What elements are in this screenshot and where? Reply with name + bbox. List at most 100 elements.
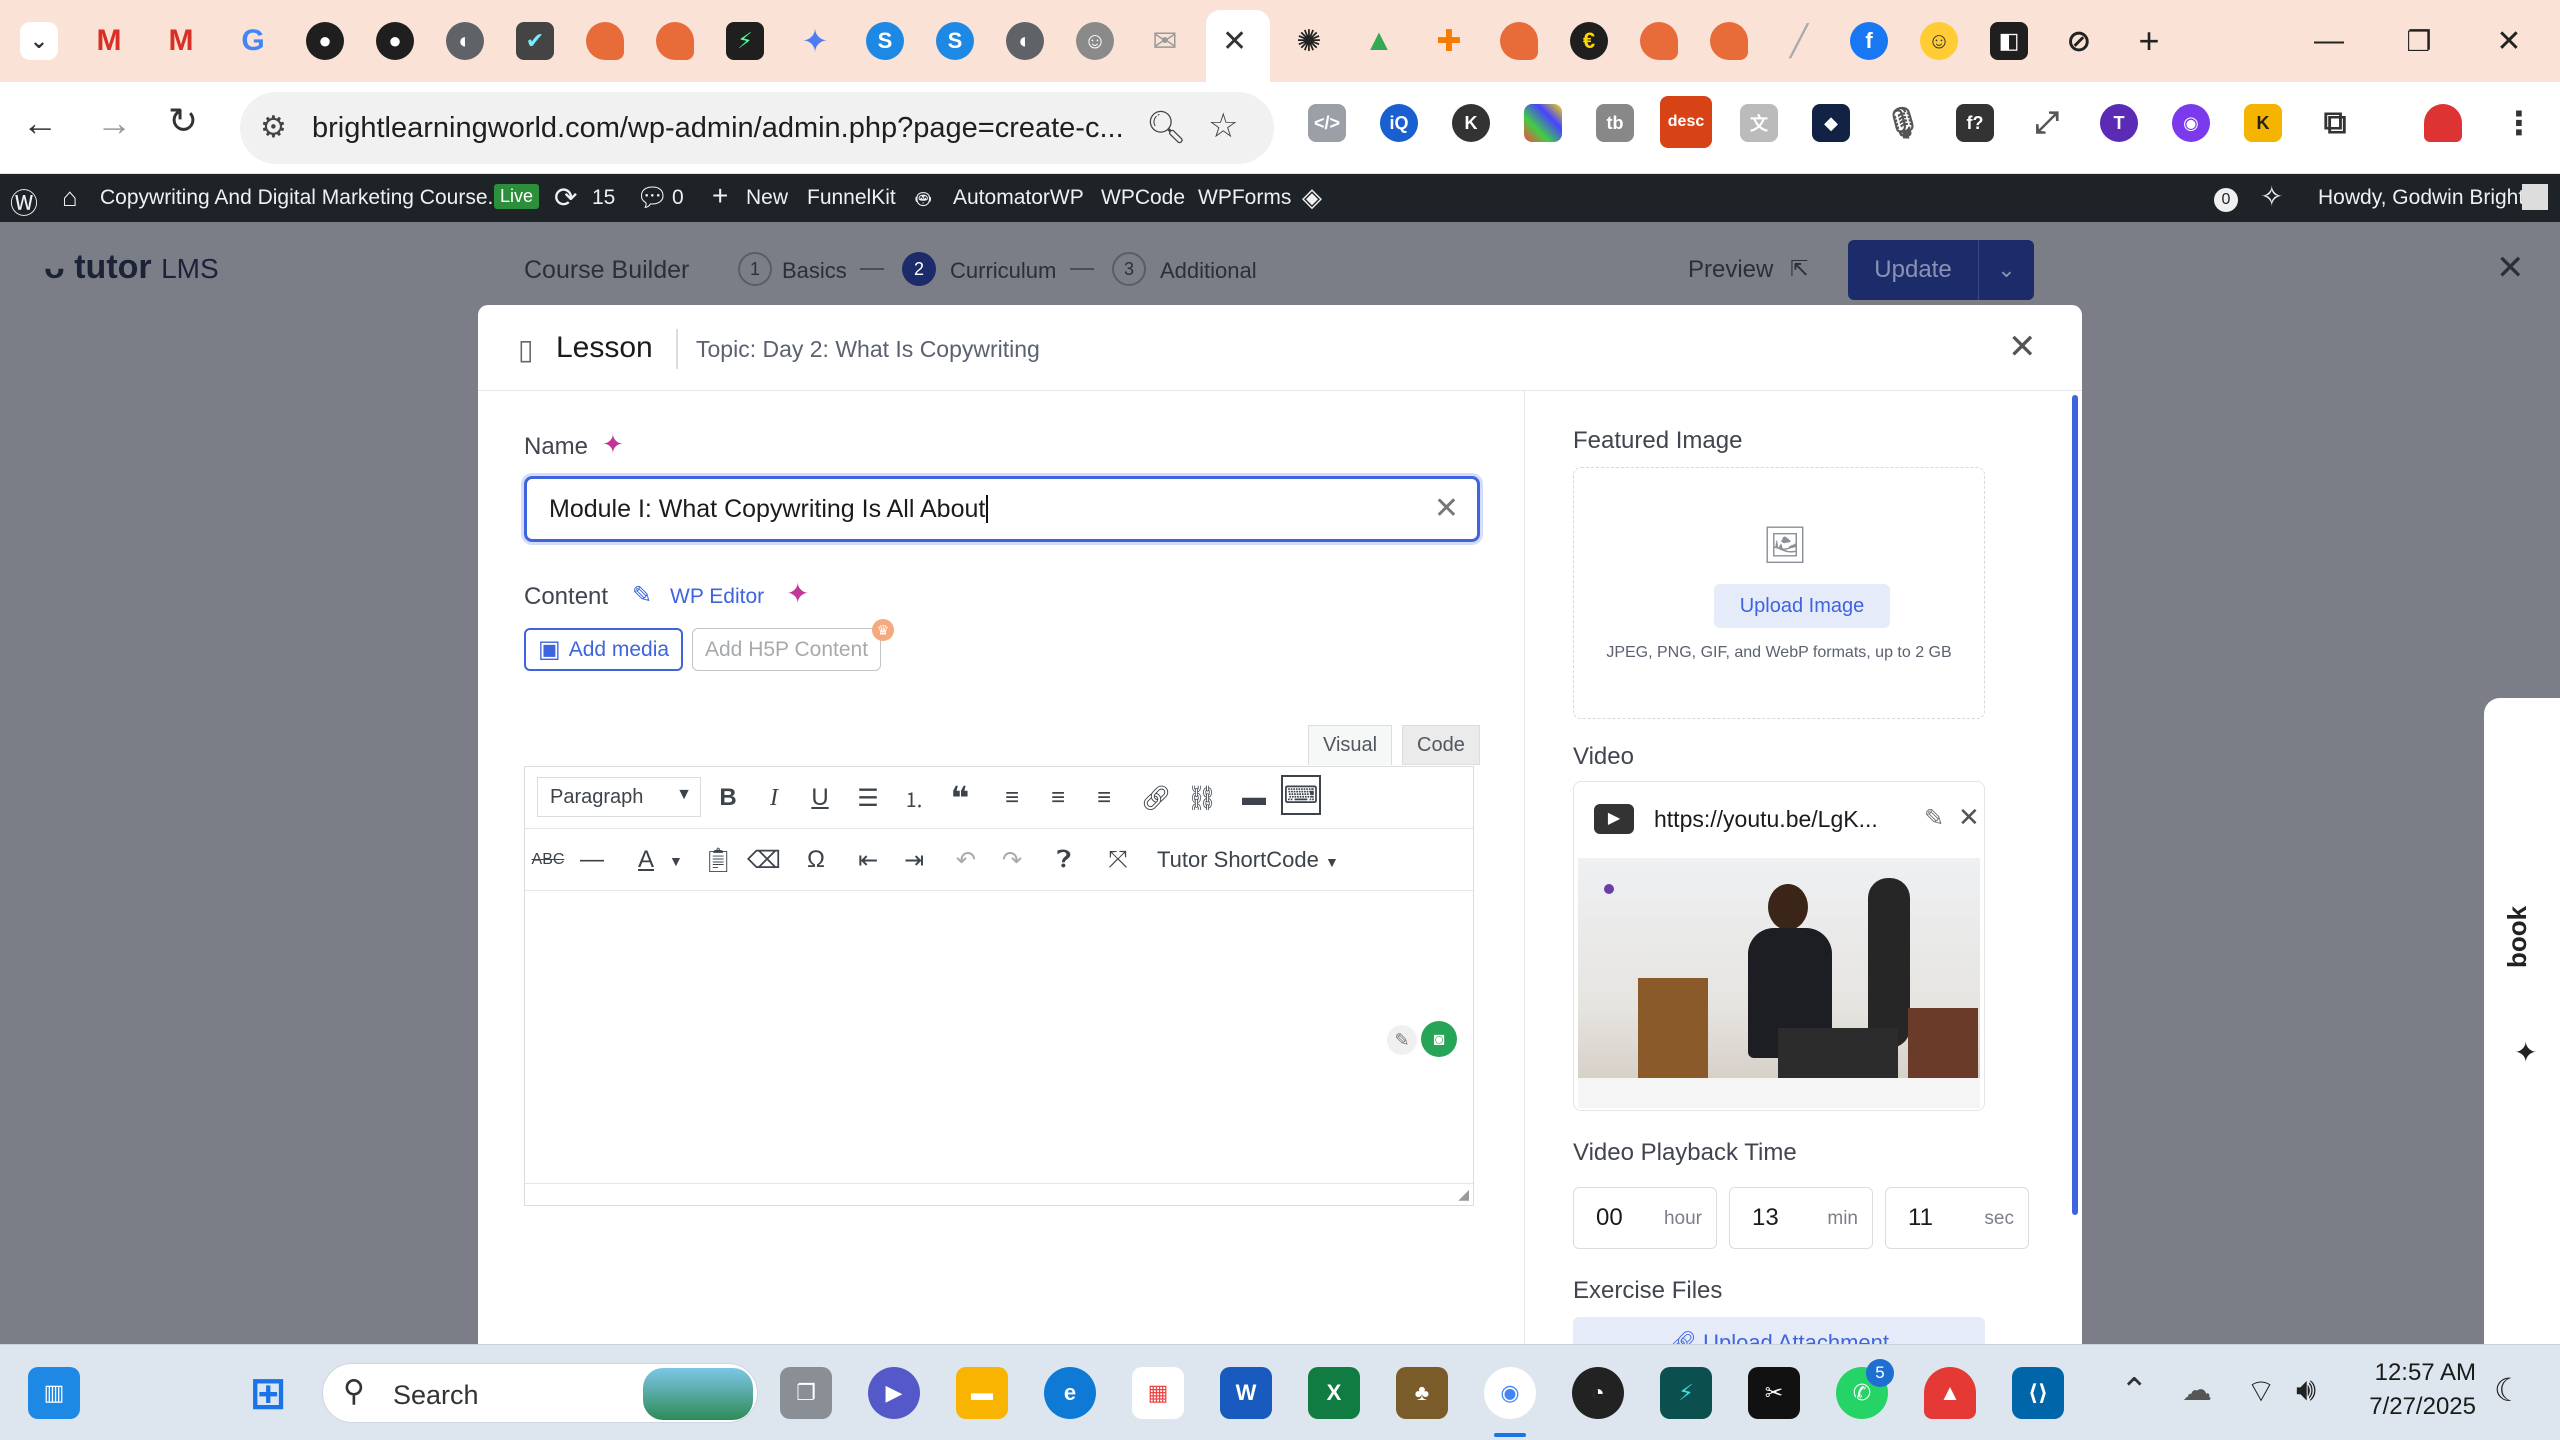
updates-count[interactable]: 15: [592, 186, 615, 210]
back-icon[interactable]: ←: [22, 102, 58, 144]
strikethrough-icon[interactable]: ABC: [525, 837, 571, 883]
modal-scrollbar[interactable]: [2072, 395, 2078, 1215]
app-tab-icon-3[interactable]: ✚: [1430, 22, 1468, 60]
emoji-tab-icon[interactable]: ☺: [1920, 22, 1958, 60]
visual-tab[interactable]: Visual: [1308, 725, 1393, 765]
restore-button[interactable]: ❐: [2400, 22, 2438, 60]
clock-time[interactable]: 12:57 AM: [2356, 1359, 2476, 1387]
numbered-list-icon[interactable]: ⒈: [891, 775, 937, 821]
comments-count[interactable]: 0: [672, 186, 684, 210]
tray-overflow-icon[interactable]: ⌃: [2120, 1371, 2149, 1411]
code-ext-icon[interactable]: </>: [1308, 104, 1346, 142]
globe-tab-icon-2[interactable]: ◐: [1006, 22, 1044, 60]
new-link[interactable]: New: [746, 186, 788, 210]
minimize-button[interactable]: —: [2310, 22, 2348, 60]
chatgpt-tab-icon[interactable]: ✺: [1290, 22, 1328, 60]
chrome-menu-icon[interactable]: ⋮: [2500, 104, 2538, 142]
edit-video-icon[interactable]: ✎: [1924, 804, 1944, 833]
app-tab-icon-6[interactable]: [1710, 22, 1748, 60]
assistant-bot-icon[interactable]: ◙: [1421, 1021, 1457, 1057]
iq-ext-icon[interactable]: iQ: [1380, 104, 1418, 142]
wpforms-link[interactable]: WPForms: [1198, 186, 1291, 210]
align-center-icon[interactable]: ≡: [1035, 775, 1081, 821]
notifications-moon-icon[interactable]: ☾: [2494, 1371, 2523, 1409]
fullscreen-icon[interactable]: ⤧: [1095, 837, 1141, 883]
wpcode-link[interactable]: WPCode: [1101, 186, 1185, 210]
outdent-icon[interactable]: ⇤: [845, 837, 891, 883]
help-icon[interactable]: ❓︎: [1041, 837, 1087, 883]
site-info-icon[interactable]: ⚙: [260, 110, 287, 145]
underline-icon[interactable]: U: [797, 775, 843, 821]
profile-avatar[interactable]: [2424, 104, 2462, 142]
capcut-icon[interactable]: ⚡: [1660, 1367, 1712, 1419]
facebook-tab-icon[interactable]: f: [1850, 22, 1888, 60]
comments-icon[interactable]: 💬︎: [636, 182, 669, 213]
capcut-tab-icon[interactable]: ◧: [1990, 22, 2028, 60]
toolbar-toggle-icon[interactable]: ⌨: [1281, 775, 1321, 815]
clock-date[interactable]: 7/27/2025: [2356, 1393, 2476, 1421]
start-windows-icon[interactable]: ⊞: [242, 1367, 294, 1419]
diamond-icon[interactable]: ◈: [1302, 182, 1322, 213]
drive-app-icon[interactable]: ▲: [1924, 1367, 1976, 1419]
wifi-icon[interactable]: ⌔: [2246, 1371, 2276, 1411]
s-tab-icon-2[interactable]: S: [936, 22, 974, 60]
color-ext-icon[interactable]: [1524, 104, 1562, 142]
add-media-button[interactable]: ▣ Add media: [524, 628, 684, 671]
active-tab[interactable]: ✕: [1206, 10, 1270, 82]
store-icon[interactable]: ▦: [1132, 1367, 1184, 1419]
wp-editor-link[interactable]: WP Editor: [670, 585, 764, 609]
mic-ext-icon[interactable]: 🎙︎: [1884, 104, 1922, 142]
second-input[interactable]: 11 sec: [1885, 1187, 2029, 1249]
upload-image-button[interactable]: Upload Image: [1714, 584, 1890, 628]
eye-ext-icon[interactable]: ◉: [2172, 104, 2210, 142]
funnelkit-link[interactable]: FunnelKit: [807, 186, 896, 210]
url-text[interactable]: brightlearningworld.com/wp-admin/admin.p…: [312, 112, 1124, 145]
globe-tab-icon[interactable]: ◐: [446, 22, 484, 60]
indent-icon[interactable]: ⇥: [891, 837, 937, 883]
slash-tab-icon[interactable]: ⊘: [2060, 22, 2098, 60]
text-color-dropdown-icon[interactable]: ▼: [669, 853, 683, 869]
zoom-icon[interactable]: 🔍︎: [1146, 108, 1187, 146]
coin-tab-icon[interactable]: €: [1570, 22, 1608, 60]
forward-icon[interactable]: →: [96, 102, 132, 144]
close-tab-icon[interactable]: ✕: [1222, 24, 1247, 59]
code-tab[interactable]: Code: [1402, 725, 1480, 765]
google-tab-icon[interactable]: G: [234, 22, 272, 60]
notifications-count[interactable]: 0: [2214, 188, 2238, 212]
avatar-tab-icon[interactable]: ☺: [1076, 22, 1114, 60]
tb-ext-icon[interactable]: tb: [1596, 104, 1634, 142]
pen-tab-icon[interactable]: ╱: [1780, 22, 1818, 60]
remove-video-icon[interactable]: ✕: [1958, 802, 1980, 833]
video-thumbnail[interactable]: [1578, 858, 1980, 1108]
diamond-ext-icon[interactable]: ◆: [1812, 104, 1850, 142]
translate-ext-icon[interactable]: 文: [1740, 104, 1778, 142]
site-name-link[interactable]: Copywriting And Digital Marketing Course…: [100, 186, 505, 210]
close-modal-icon[interactable]: ✕: [2008, 327, 2037, 367]
update-button[interactable]: Update: [1848, 240, 1978, 300]
unlink-icon[interactable]: ⛓: [1179, 775, 1225, 821]
special-character-icon[interactable]: Ω: [793, 837, 839, 883]
step-1-number[interactable]: 1: [738, 252, 772, 286]
updates-icon[interactable]: ⟳: [554, 181, 577, 214]
blockquote-icon[interactable]: ❝: [937, 775, 983, 821]
onedrive-icon[interactable]: ☁: [2182, 1373, 2212, 1408]
close-builder-icon[interactable]: ✕: [2496, 248, 2525, 288]
app-tab-icon-4[interactable]: [1500, 22, 1538, 60]
github-tab-icon[interactable]: ●: [306, 22, 344, 60]
excel-icon[interactable]: X: [1308, 1367, 1360, 1419]
clear-input-icon[interactable]: ✕: [1434, 491, 1459, 526]
wordpress-logo-icon[interactable]: Ⓦ: [10, 182, 38, 222]
sparkle-side-icon[interactable]: ✦: [2514, 1036, 2537, 1069]
check-tab-icon[interactable]: ✔: [516, 22, 554, 60]
hour-input[interactable]: 00 hour: [1573, 1187, 1717, 1249]
capcut-desktop-icon[interactable]: ✂: [1748, 1367, 1800, 1419]
address-bar[interactable]: ⚙ brightlearningworld.com/wp-admin/admin…: [240, 92, 1274, 164]
grammar-pen-icon[interactable]: ✎: [1387, 1025, 1417, 1055]
obs-icon[interactable]: ◔: [1572, 1367, 1624, 1419]
align-left-icon[interactable]: ≡: [989, 775, 1035, 821]
app-tab-icon[interactable]: [586, 22, 624, 60]
task-view-icon[interactable]: ❐: [780, 1367, 832, 1419]
minute-input[interactable]: 13 min: [1729, 1187, 1873, 1249]
k-ext-icon[interactable]: K: [1452, 104, 1490, 142]
step-2-number[interactable]: 2: [902, 252, 936, 286]
